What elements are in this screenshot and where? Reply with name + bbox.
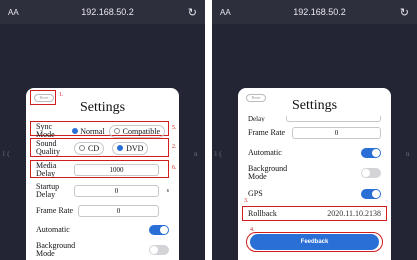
startup-delay-unit: s xyxy=(166,188,169,194)
radio-selected-icon xyxy=(117,145,124,151)
background-mode-row: Background Mode xyxy=(248,165,381,181)
side-mark-left: 1 ( xyxy=(214,150,222,158)
annotation-note-3: 3. xyxy=(244,198,249,204)
left-phone-screen: AA 192.168.50.2 ↻ 1 ( n Reset 1. Setting… xyxy=(0,0,205,260)
feedback-button[interactable]: Feedback xyxy=(250,234,379,250)
page-title: Settings xyxy=(79,100,126,115)
reload-icon[interactable]: ↻ xyxy=(183,6,197,19)
frame-rate-label: Frame Rate xyxy=(248,128,286,137)
background-mode-toggle[interactable] xyxy=(149,245,169,255)
rollback-label: Rollback xyxy=(248,208,277,218)
sync-mode-row: Sync Mode Normal Compatible xyxy=(36,123,169,139)
background-mode-row: Background Mode xyxy=(36,242,169,258)
side-mark-left: 1 ( xyxy=(2,150,10,158)
annotation-note-5: 5. xyxy=(172,125,177,131)
radio-selected-icon xyxy=(72,128,79,134)
frame-rate-row: Frame Rate 0 xyxy=(248,127,381,139)
url-field[interactable]: 192.168.50.2 xyxy=(32,7,183,17)
automatic-row: Automatic xyxy=(248,148,381,158)
automatic-row: Automatic xyxy=(36,225,169,235)
sound-quality-dvd-label: DVD xyxy=(126,143,144,153)
side-mark-right: n xyxy=(406,150,410,158)
text-size-button[interactable]: AA xyxy=(8,8,32,17)
settings-card: Reset 1. Settings 5. Sync Mode Normal Co… xyxy=(26,88,179,260)
url-field[interactable]: 192.168.50.2 xyxy=(244,7,395,17)
gps-row: GPS xyxy=(248,189,381,199)
automatic-label: Automatic xyxy=(248,148,282,157)
side-mark-right: n xyxy=(194,150,198,158)
sync-mode-label: Sync Mode xyxy=(36,122,55,139)
sound-quality-cd-label: CD xyxy=(88,143,100,153)
radio-unselected-icon xyxy=(79,145,85,151)
delay-label-partial: Delay xyxy=(248,116,265,122)
startup-delay-row: Startup Delay 0 s xyxy=(36,183,169,199)
sync-mode-normal-label: Normal xyxy=(80,126,105,136)
rollback-version: 2020.11.10.2138 xyxy=(327,209,381,218)
gps-toggle[interactable] xyxy=(361,189,381,199)
radio-unselected-icon xyxy=(113,128,120,134)
automatic-toggle[interactable] xyxy=(149,225,169,235)
frame-rate-row: Frame Rate 0 xyxy=(36,205,169,217)
automatic-label: Automatic xyxy=(36,225,70,234)
sync-mode-compatible[interactable]: Compatible xyxy=(108,124,165,138)
browser-address-bar: AA 192.168.50.2 ↻ xyxy=(0,0,205,24)
sound-quality-label: Sound Quality xyxy=(36,139,60,156)
settings-card: Reset Settings Delay Frame Rate 0 Automa… xyxy=(238,88,391,260)
media-delay-label: Media Delay xyxy=(36,161,57,178)
frame-rate-label: Frame Rate xyxy=(36,206,74,215)
sound-quality-dvd[interactable]: DVD xyxy=(112,141,149,155)
rollback-row[interactable]: Rollback 2020.11.10.2138 xyxy=(248,209,381,218)
sound-quality-row: Sound Quality CD DVD xyxy=(36,140,169,156)
annotation-note-6: 6. xyxy=(172,165,177,171)
delay-row-partial: Delay xyxy=(248,116,381,122)
sync-mode-compatible-label: Compatible xyxy=(122,126,160,136)
page-title: Settings xyxy=(291,98,338,113)
text-size-button[interactable]: AA xyxy=(220,8,244,17)
startup-delay-label: Startup Delay xyxy=(36,182,60,199)
annotation-note-1: 1. xyxy=(59,92,64,98)
sound-quality-cd[interactable]: CD xyxy=(74,141,105,155)
background-mode-toggle[interactable] xyxy=(361,168,381,178)
reload-icon[interactable]: ↻ xyxy=(395,6,409,19)
browser-address-bar: AA 192.168.50.2 ↻ xyxy=(212,0,417,24)
startup-delay-input[interactable]: 0 xyxy=(74,185,159,197)
annotation-note-2: 2. xyxy=(172,144,177,150)
frame-rate-input[interactable]: 0 xyxy=(78,205,159,217)
automatic-toggle[interactable] xyxy=(361,148,381,158)
background-mode-label: Background Mode xyxy=(248,164,288,181)
background-mode-label: Background Mode xyxy=(36,241,76,258)
sync-mode-normal[interactable]: Normal xyxy=(72,126,105,136)
media-delay-row: Media Delay 1000 xyxy=(36,162,169,178)
media-delay-input[interactable]: 1000 xyxy=(74,164,159,176)
right-phone-screen: AA 192.168.50.2 ↻ 1 ( n Reset Settings D… xyxy=(212,0,417,260)
frame-rate-input[interactable]: 0 xyxy=(292,127,381,139)
gps-label: GPS xyxy=(248,189,263,198)
